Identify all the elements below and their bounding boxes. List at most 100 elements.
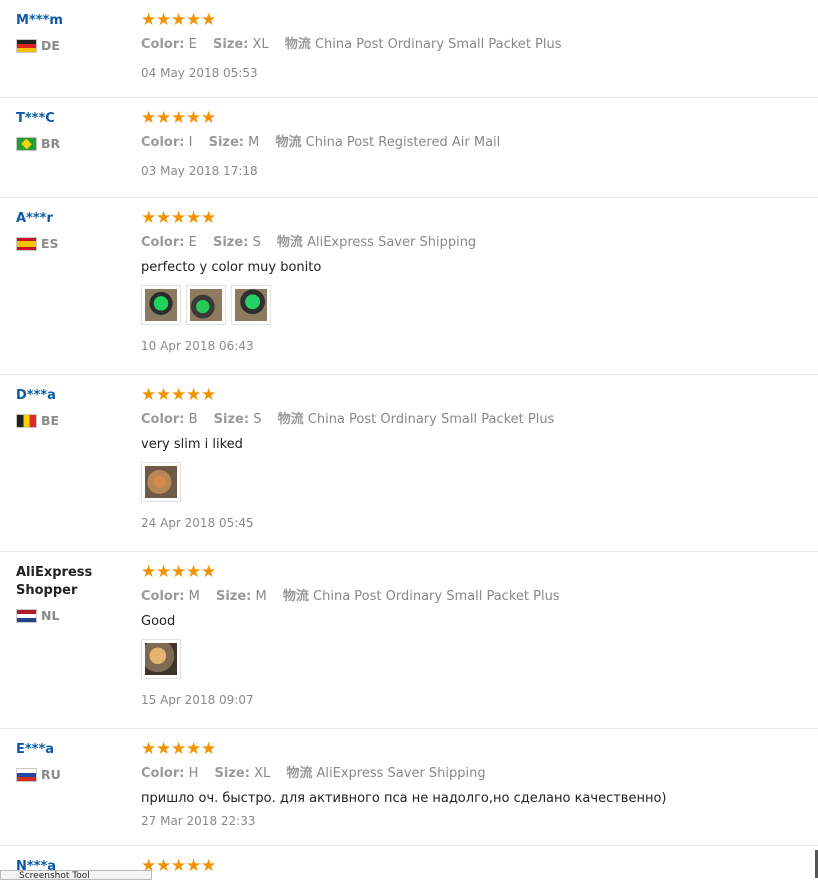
- star-icon: ★: [171, 561, 187, 582]
- star-icon: ★: [171, 384, 187, 405]
- buyer-info: E***a RU: [16, 741, 126, 782]
- size-label: Size:: [208, 135, 244, 150]
- country-code: RU: [41, 767, 61, 782]
- star-icon: ★: [201, 384, 217, 405]
- review-date: 24 Apr 2018 05:45: [141, 516, 254, 530]
- size-label: Size:: [214, 766, 250, 781]
- star-icon: ★: [201, 107, 217, 128]
- review-photo-thumbnail[interactable]: [141, 639, 181, 679]
- size-label: Size:: [212, 235, 249, 250]
- shipping-value: China Post Ordinary Small Packet Plus: [307, 412, 555, 427]
- star-icon: ★: [186, 855, 202, 876]
- dog-photo: [145, 643, 177, 675]
- review-item: M***m DE ★ ★ ★ ★ ★ Color: E Size: XL 物流 Chin…: [0, 0, 818, 98]
- star-icon: ★: [156, 384, 172, 405]
- review-date: 04 May 2018 05:53: [141, 66, 258, 80]
- brazil-flag-icon: [16, 136, 37, 151]
- review-date: 15 Apr 2018 09:07: [141, 693, 254, 707]
- star-icon: ★: [201, 9, 217, 30]
- buyer-name[interactable]: M***m: [16, 12, 126, 30]
- star-icon: ★: [171, 855, 187, 876]
- shipping-value: China Post Ordinary Small Packet Plus: [314, 37, 562, 52]
- shipping-value: China Post Ordinary Small Packet Plus: [313, 589, 560, 604]
- tooltip: Screenshot Tool: [0, 870, 152, 880]
- shipping-label: 物流: [286, 766, 313, 781]
- review-text: пришло оч. быстро. для активного пса не …: [141, 791, 667, 806]
- order-attributes: Color: E Size: S 物流 AliExpress Saver Shi…: [141, 231, 801, 250]
- color-label: Color:: [141, 766, 185, 781]
- russia-flag-icon: [16, 767, 37, 782]
- review-photos: [141, 639, 801, 679]
- review-content: ★ ★ ★ ★ ★: [141, 856, 801, 876]
- color-value: I: [188, 135, 193, 150]
- star-icon: ★: [186, 561, 202, 582]
- star-icon: ★: [156, 207, 172, 228]
- review-content: ★ ★ ★ ★ ★ Color: E Size: S 物流 AliExpress Sav…: [141, 208, 801, 353]
- star-rating: ★ ★ ★ ★ ★: [141, 208, 801, 228]
- belgium-flag-icon: [16, 413, 37, 428]
- germany-flag-icon: [16, 38, 37, 53]
- color-value: E: [188, 235, 197, 250]
- star-icon: ★: [201, 207, 217, 228]
- review-content: ★ ★ ★ ★ ★ Color: I Size: M 物流 China Post Reg…: [141, 108, 801, 178]
- review-date: 10 Apr 2018 06:43: [141, 339, 254, 353]
- star-icon: ★: [201, 738, 217, 759]
- star-icon: ★: [141, 561, 157, 582]
- spain-flag-icon: [16, 236, 37, 251]
- review-photo-thumbnail[interactable]: [186, 285, 226, 325]
- review-photos: [141, 462, 801, 502]
- color-value: B: [188, 412, 198, 427]
- color-value: M: [188, 589, 200, 604]
- buyer-country: BR: [16, 136, 126, 151]
- review-date: 03 May 2018 17:18: [141, 164, 258, 178]
- buyer-info: T***C BR: [16, 110, 126, 151]
- shipping-value: China Post Registered Air Mail: [305, 135, 501, 150]
- star-icon: ★: [141, 738, 157, 759]
- size-value: S: [253, 412, 262, 427]
- order-attributes: Color: I Size: M 物流 China Post Registere…: [141, 131, 801, 150]
- review-photo-thumbnail[interactable]: [141, 285, 181, 325]
- buyer-name[interactable]: T***C: [16, 110, 126, 128]
- color-label: Color:: [141, 589, 185, 604]
- buyer-name: AliExpress Shopper: [16, 565, 93, 598]
- review-item: E***a RU ★ ★ ★ ★ ★ Color: H Size: XL 物流 AliE…: [0, 729, 818, 846]
- star-icon: ★: [171, 207, 187, 228]
- star-icon: ★: [201, 561, 217, 582]
- star-icon: ★: [171, 9, 187, 30]
- review-photo-thumbnail[interactable]: [141, 462, 181, 502]
- buyer-info: AliExpress Shopper NL: [16, 564, 126, 623]
- country-code: BR: [41, 136, 61, 151]
- star-icon: ★: [141, 384, 157, 405]
- star-rating: ★ ★ ★ ★ ★: [141, 856, 801, 876]
- star-icon: ★: [171, 738, 187, 759]
- buyer-name[interactable]: D***a: [16, 387, 126, 405]
- star-icon: ★: [156, 738, 172, 759]
- buyer-name[interactable]: E***a: [16, 741, 126, 759]
- order-attributes: Color: E Size: XL 物流 China Post Ordinary…: [141, 33, 801, 52]
- dog-harness-photo: [145, 289, 177, 321]
- star-icon: ★: [141, 9, 157, 30]
- star-icon: ★: [186, 107, 202, 128]
- order-attributes: Color: M Size: M 物流 China Post Ordinary …: [141, 585, 801, 604]
- dog-harness-photo: [235, 289, 267, 321]
- buyer-name[interactable]: A***r: [16, 210, 126, 228]
- buyer-country: BE: [16, 413, 126, 428]
- size-value: XL: [252, 37, 269, 52]
- size-value: M: [248, 135, 260, 150]
- size-label: Size:: [212, 37, 249, 52]
- review-photo-thumbnail[interactable]: [231, 285, 271, 325]
- shipping-value: AliExpress Saver Shipping: [307, 235, 477, 250]
- color-label: Color:: [141, 37, 185, 52]
- size-value: M: [255, 589, 267, 604]
- dog-harness-photo: [190, 289, 222, 321]
- size-value: XL: [254, 766, 271, 781]
- buyer-info: D***a BE: [16, 387, 126, 428]
- star-rating: ★ ★ ★ ★ ★: [141, 739, 801, 759]
- review-text: Good: [141, 614, 176, 629]
- country-code: DE: [41, 38, 60, 53]
- order-attributes: Color: H Size: XL 物流 AliExpress Saver Sh…: [141, 762, 801, 781]
- buyer-info: A***r ES: [16, 210, 126, 251]
- color-label: Color:: [141, 135, 185, 150]
- review-item: T***C BR ★ ★ ★ ★ ★ Color: I Size: M 物流 China…: [0, 98, 818, 198]
- star-icon: ★: [186, 738, 202, 759]
